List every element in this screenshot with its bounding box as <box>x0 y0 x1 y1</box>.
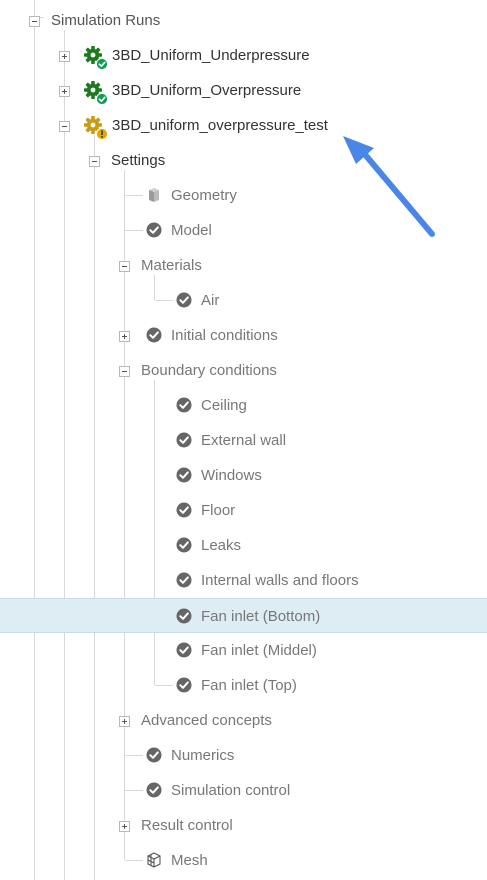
check-circle-icon <box>145 326 163 344</box>
tree-node-label: Model <box>171 222 212 239</box>
tree-node-model[interactable]: Model <box>0 213 487 248</box>
expand-toggle[interactable] <box>119 716 130 727</box>
tree-node-mesh[interactable]: Mesh <box>0 843 487 878</box>
run-label: 3BD_Uniform_Overpressure <box>112 82 302 99</box>
gear-success-icon <box>83 80 109 106</box>
tree-node-run[interactable]: 3BD_Uniform_Overpressure <box>0 73 487 108</box>
check-circle-icon <box>175 676 193 694</box>
tree-node-label: Boundary conditions <box>141 362 277 379</box>
tree-node-label: Mesh <box>171 852 208 869</box>
tree-node-windows[interactable]: Windows <box>0 458 487 493</box>
expand-toggle[interactable] <box>59 51 70 62</box>
expand-toggle[interactable] <box>119 821 130 832</box>
tree-node-fan-inlet-bottom[interactable]: Fan inlet (Bottom) <box>0 598 487 633</box>
tree-node-simulation-runs[interactable]: Simulation Runs <box>0 3 487 38</box>
tree-node-leaks[interactable]: Leaks <box>0 528 487 563</box>
tree-node-internal-walls[interactable]: Internal walls and floors <box>0 563 487 598</box>
tree-node-label: Fan inlet (Top) <box>201 677 297 694</box>
check-circle-icon <box>145 781 163 799</box>
tree-node-label: Advanced concepts <box>141 712 272 729</box>
check-circle-icon <box>175 501 193 519</box>
tree-node-floor[interactable]: Floor <box>0 493 487 528</box>
collapse-toggle[interactable] <box>119 261 130 272</box>
tree-node-label: Fan inlet (Middel) <box>201 642 317 659</box>
collapse-toggle[interactable] <box>119 366 130 377</box>
run-label: 3BD_Uniform_Underpressure <box>112 47 310 64</box>
expand-toggle[interactable] <box>119 331 130 342</box>
tree-node-label: Air <box>201 292 220 309</box>
tree-node-external-wall[interactable]: External wall <box>0 423 487 458</box>
tree-node-label: Windows <box>201 467 262 484</box>
mesh-icon <box>145 851 163 869</box>
tree-node-simulation-control[interactable]: Simulation control <box>0 773 487 808</box>
tree-node-label: Settings <box>111 152 166 169</box>
tree-node-fan-inlet-top[interactable]: Fan inlet (Top) <box>0 668 487 703</box>
tree-node-label: Internal walls and floors <box>201 572 359 589</box>
tree-node-settings[interactable]: Settings <box>0 143 487 178</box>
gear-success-icon <box>83 45 109 71</box>
tree-node-materials[interactable]: Materials <box>0 248 487 283</box>
check-circle-icon <box>175 571 193 589</box>
tree-node-numerics[interactable]: Numerics <box>0 738 487 773</box>
simulation-tree: Simulation Runs 3BD_Uniform_Underpressur… <box>0 0 487 880</box>
check-circle-icon <box>145 746 163 764</box>
check-circle-icon <box>175 431 193 449</box>
run-label: 3BD_uniform_overpressure_test <box>112 117 328 134</box>
tree-node-advanced-concepts[interactable]: Advanced concepts <box>0 703 487 738</box>
check-circle-icon <box>175 536 193 554</box>
tree-node-label: Materials <box>141 257 202 274</box>
tree-node-label: Simulation control <box>171 782 291 799</box>
tree-node-label: Simulation Runs <box>51 12 161 29</box>
tree-node-ceiling[interactable]: Ceiling <box>0 388 487 423</box>
tree-node-run[interactable]: 3BD_Uniform_Underpressure <box>0 38 487 73</box>
gear-warning-icon <box>83 115 109 141</box>
cube-icon <box>145 186 163 204</box>
check-circle-icon <box>175 396 193 414</box>
tree-node-label: Result control <box>141 817 233 834</box>
tree-node-label: Fan inlet (Bottom) <box>201 608 321 625</box>
tree-node-label: Leaks <box>201 537 242 554</box>
check-circle-icon <box>175 466 193 484</box>
check-circle-icon <box>175 607 193 625</box>
tree-node-boundary-conditions[interactable]: Boundary conditions <box>0 353 487 388</box>
tree-node-label: Geometry <box>171 187 237 204</box>
expand-toggle[interactable] <box>59 86 70 97</box>
tree-node-run[interactable]: 3BD_uniform_overpressure_test <box>0 108 487 143</box>
tree-node-initial-conditions[interactable]: Initial conditions <box>0 318 487 353</box>
tree-node-label: Initial conditions <box>171 327 278 344</box>
tree-node-geometry[interactable]: Geometry <box>0 178 487 213</box>
tree-node-label: Floor <box>201 502 236 519</box>
tree-node-air[interactable]: Air <box>0 283 487 318</box>
tree-node-label: External wall <box>201 432 287 449</box>
tree-node-label: Numerics <box>171 747 235 764</box>
check-circle-icon <box>145 221 163 239</box>
tree-node-fan-inlet-middel[interactable]: Fan inlet (Middel) <box>0 633 487 668</box>
collapse-toggle[interactable] <box>29 16 40 27</box>
collapse-toggle[interactable] <box>59 121 70 132</box>
collapse-toggle[interactable] <box>89 156 100 167</box>
check-circle-icon <box>175 291 193 309</box>
tree-node-result-control[interactable]: Result control <box>0 808 487 843</box>
tree-node-label: Ceiling <box>201 397 247 414</box>
check-circle-icon <box>175 641 193 659</box>
